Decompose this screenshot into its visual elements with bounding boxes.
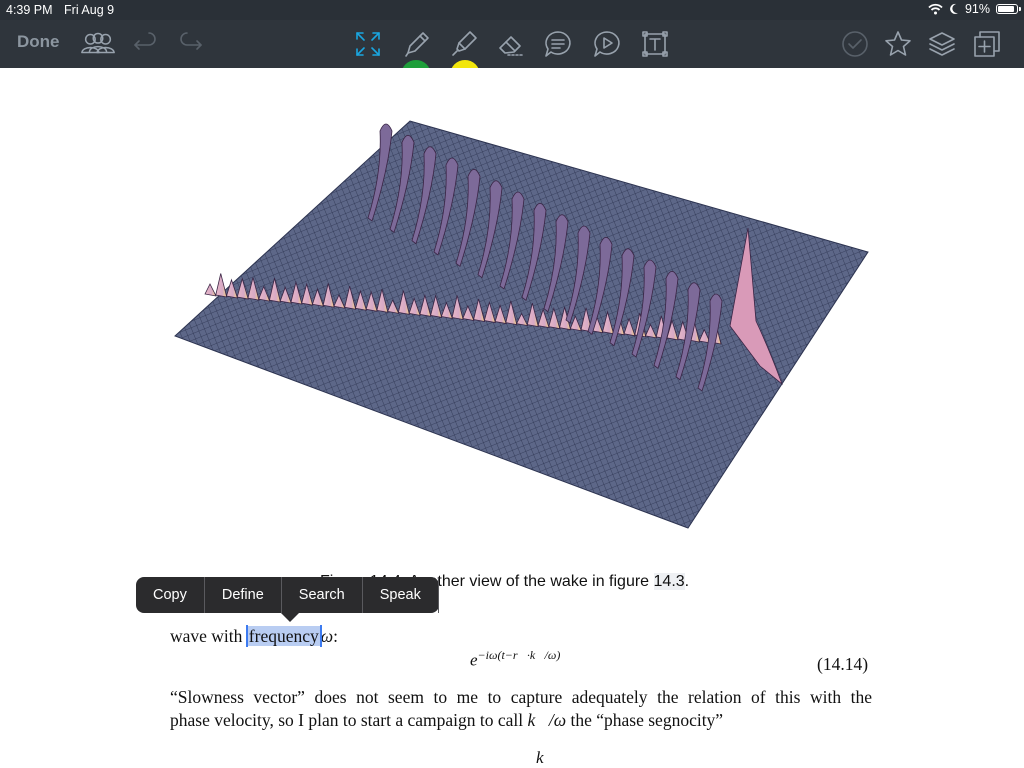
highlighter-icon[interactable] — [446, 26, 482, 62]
text-colon: : — [333, 626, 338, 646]
paragraph-line-1: “Slowness vector” does not seem to me to… — [170, 687, 872, 707]
done-button[interactable]: Done — [17, 32, 60, 52]
text-run: wave with — [170, 626, 247, 646]
status-time: 4:39 PM — [6, 3, 53, 17]
omega-symbol: ω — [320, 626, 334, 646]
speak-button[interactable]: Speak — [363, 577, 439, 613]
equation-base: e — [470, 650, 478, 670]
k-vector: k⃗ — [536, 748, 557, 767]
define-button[interactable]: Define — [205, 577, 282, 613]
equation-number: (14.14) — [817, 654, 869, 674]
equation: e−iω(t−r⃗·k⃗/ω) — [470, 648, 560, 671]
moon-icon — [950, 3, 958, 14]
layers-icon[interactable] — [924, 26, 960, 62]
toolbar: Done — [0, 20, 1024, 68]
battery-level — [998, 6, 1015, 12]
text-run: phase velocity, so I plan to start a cam… — [170, 710, 528, 730]
caption-period: . — [684, 573, 690, 590]
paragraph-line-2: phase velocity, so I plan to start a cam… — [170, 710, 723, 731]
wake-surface-plot — [174, 120, 869, 529]
equation-exponent: −iω(t−r⃗·k⃗/ω) — [477, 648, 561, 662]
text-box-icon[interactable] — [637, 26, 673, 62]
k-over-omega: k⃗/ω — [527, 710, 567, 730]
wifi-icon — [928, 3, 943, 15]
battery-icon — [996, 4, 1021, 14]
people-icon[interactable] — [78, 26, 118, 62]
pencil-icon[interactable] — [399, 26, 435, 62]
star-icon[interactable] — [880, 26, 916, 62]
menu-pointer — [281, 613, 299, 622]
copy-button[interactable]: Copy — [136, 577, 205, 613]
search-button[interactable]: Search — [282, 577, 363, 613]
wake-ripple — [204, 283, 217, 297]
status-bar: 4:39 PM Fri Aug 9 91% — [0, 0, 1024, 20]
redo-icon[interactable] — [172, 26, 208, 62]
text-line-frequency: wave with frequency ω: — [170, 626, 338, 647]
add-page-icon[interactable] — [969, 26, 1005, 62]
wake-ripple — [215, 273, 228, 298]
play-comment-icon[interactable] — [589, 26, 625, 62]
text-selection-menu: Copy Define Search Speak — [136, 577, 439, 622]
text-run: the “phase segnocity” — [566, 710, 724, 730]
selected-word[interactable]: frequency — [246, 626, 321, 646]
battery-percent: 91% — [964, 2, 990, 16]
undo-icon[interactable] — [128, 26, 164, 62]
figure-reference-link[interactable]: 14.3 — [653, 573, 685, 590]
document-page: Figure 14.4: Another view of the wake in… — [0, 68, 1024, 768]
status-date: Fri Aug 9 — [64, 3, 115, 17]
fullscreen-icon[interactable] — [350, 26, 386, 62]
checkmark-icon[interactable] — [837, 26, 873, 62]
eraser-icon[interactable] — [493, 26, 529, 62]
comment-icon[interactable] — [540, 26, 576, 62]
